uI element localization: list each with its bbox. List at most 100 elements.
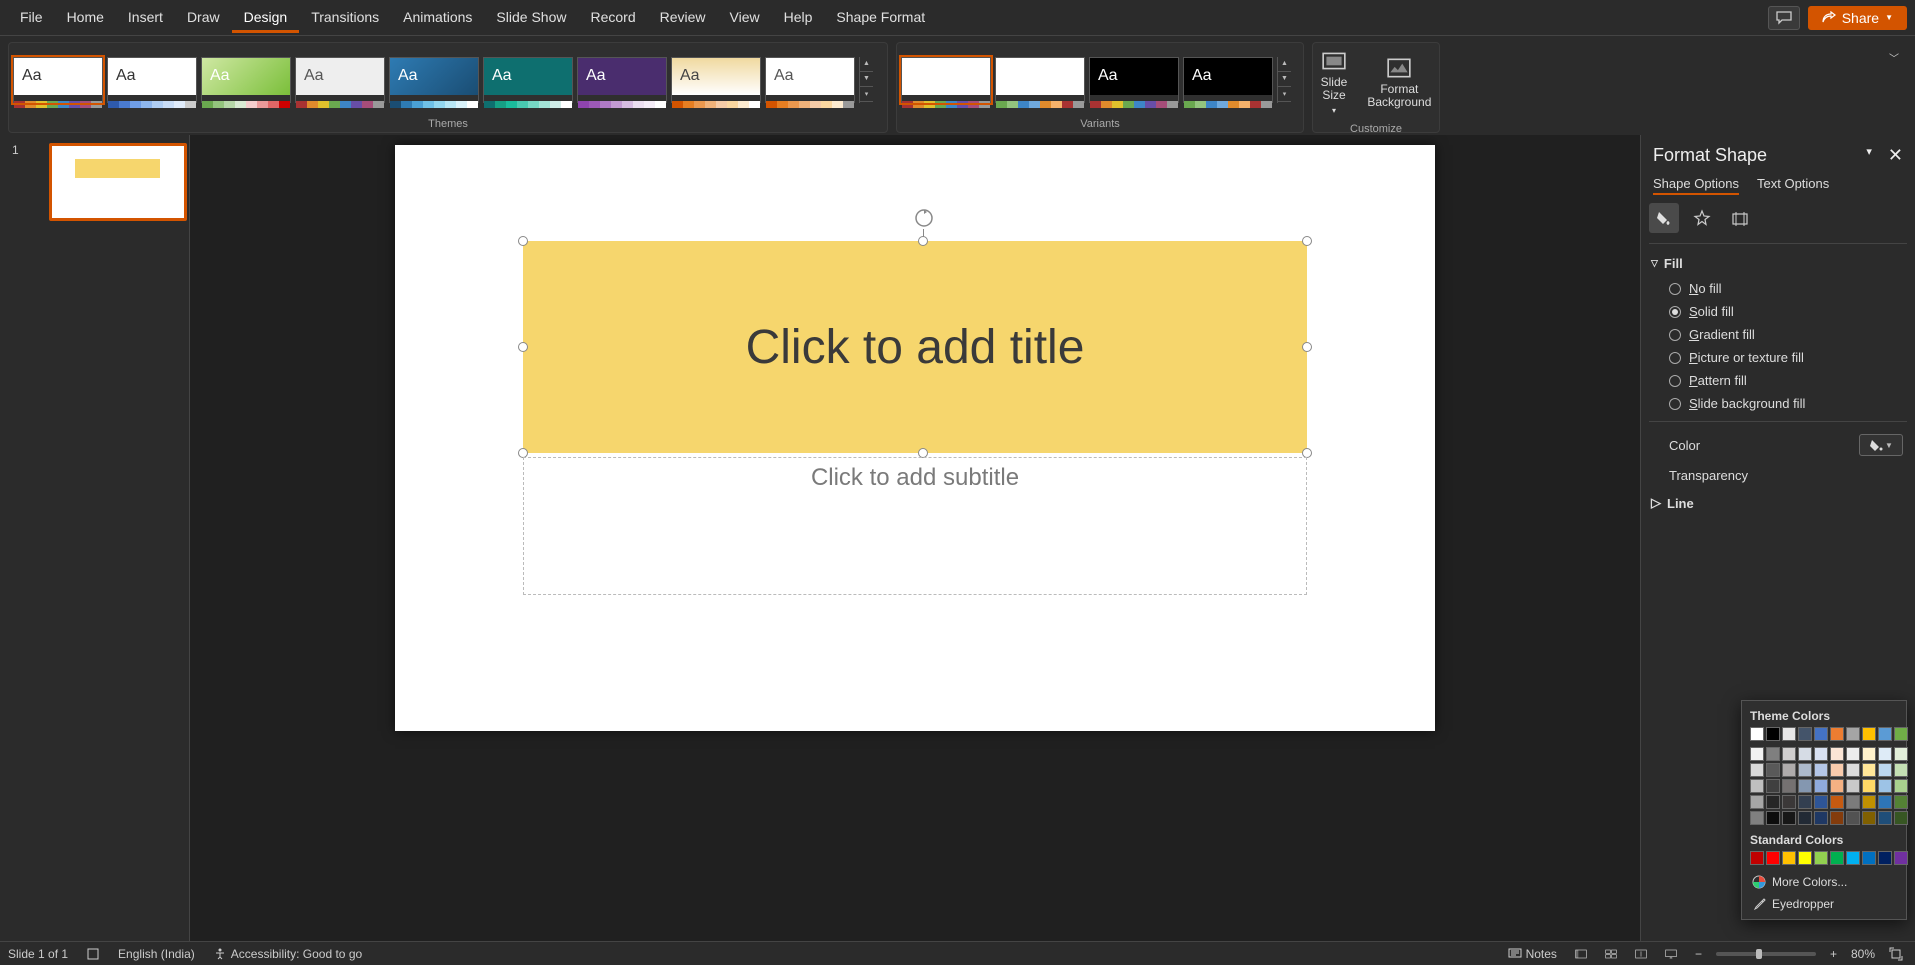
color-swatch[interactable] — [1782, 747, 1796, 761]
menu-tab-home[interactable]: Home — [55, 3, 116, 33]
color-swatch[interactable] — [1894, 763, 1908, 777]
slide-sorter-view-button[interactable] — [1601, 946, 1621, 962]
color-swatch[interactable] — [1830, 727, 1844, 741]
theme-thumb-6[interactable]: Aa — [577, 57, 667, 103]
color-swatch[interactable] — [1798, 747, 1812, 761]
menu-tab-animations[interactable]: Animations — [391, 3, 484, 33]
zoom-slider[interactable] — [1716, 952, 1816, 956]
rotate-handle[interactable] — [913, 207, 935, 229]
text-options-tab[interactable]: Text Options — [1757, 176, 1829, 195]
more-colors-button[interactable]: More Colors... — [1750, 871, 1898, 893]
color-swatch[interactable] — [1798, 795, 1812, 809]
color-swatch[interactable] — [1750, 727, 1764, 741]
color-swatch[interactable] — [1830, 747, 1844, 761]
slide-counter[interactable]: Slide 1 of 1 — [8, 947, 68, 961]
fill-line-tab-icon[interactable] — [1649, 203, 1679, 233]
color-swatch[interactable] — [1750, 851, 1764, 865]
slide-canvas[interactable]: Click to add title Click to add subtitle — [395, 145, 1435, 731]
color-swatch[interactable] — [1894, 795, 1908, 809]
accessibility-button[interactable]: Accessibility: Good to go — [209, 945, 366, 963]
color-swatch[interactable] — [1750, 795, 1764, 809]
selection-handle[interactable] — [518, 236, 528, 246]
color-swatch[interactable] — [1798, 763, 1812, 777]
menu-tab-file[interactable]: File — [8, 3, 55, 33]
slide-size-button[interactable]: Slide Size ▾ — [1315, 47, 1354, 117]
normal-view-button[interactable] — [1571, 946, 1591, 962]
color-swatch[interactable] — [1750, 779, 1764, 793]
theme-thumb-2[interactable]: Aa — [201, 57, 291, 103]
fill-option-solid-fill[interactable]: Solid fill — [1641, 300, 1915, 323]
menu-tab-transitions[interactable]: Transitions — [299, 3, 391, 33]
color-swatch[interactable] — [1862, 795, 1876, 809]
color-swatch[interactable] — [1766, 811, 1780, 825]
color-swatch[interactable] — [1814, 811, 1828, 825]
fill-color-button[interactable]: ▼ — [1859, 434, 1903, 456]
slide-editor[interactable]: Click to add title Click to add subtitle — [190, 135, 1640, 941]
color-swatch[interactable] — [1766, 779, 1780, 793]
color-swatch[interactable] — [1846, 779, 1860, 793]
color-swatch[interactable] — [1766, 795, 1780, 809]
theme-thumb-3[interactable]: Aa — [295, 57, 385, 103]
variant-thumb-0[interactable]: Aa — [901, 57, 991, 103]
theme-thumb-7[interactable]: Aa — [671, 57, 761, 103]
menu-tab-review[interactable]: Review — [648, 3, 718, 33]
menu-tab-shape-format[interactable]: Shape Format — [824, 3, 937, 33]
color-swatch[interactable] — [1846, 811, 1860, 825]
shape-options-tab[interactable]: Shape Options — [1653, 176, 1739, 195]
color-swatch[interactable] — [1846, 747, 1860, 761]
theme-thumb-1[interactable]: Aa — [107, 57, 197, 103]
reading-view-button[interactable] — [1631, 946, 1651, 962]
pane-options-button[interactable]: ▾ — [1866, 145, 1872, 166]
color-swatch[interactable] — [1814, 763, 1828, 777]
effects-tab-icon[interactable] — [1687, 203, 1717, 233]
color-swatch[interactable] — [1894, 811, 1908, 825]
fill-option-no-fill[interactable]: No fill — [1641, 277, 1915, 300]
color-swatch[interactable] — [1766, 851, 1780, 865]
color-swatch[interactable] — [1782, 779, 1796, 793]
variant-thumb-2[interactable]: Aa — [1089, 57, 1179, 103]
color-swatch[interactable] — [1862, 763, 1876, 777]
color-swatch[interactable] — [1894, 851, 1908, 865]
color-swatch[interactable] — [1750, 763, 1764, 777]
menu-tab-slide-show[interactable]: Slide Show — [484, 3, 578, 33]
color-swatch[interactable] — [1782, 727, 1796, 741]
color-swatch[interactable] — [1766, 747, 1780, 761]
color-swatch[interactable] — [1814, 851, 1828, 865]
selection-handle[interactable] — [1302, 342, 1312, 352]
color-swatch[interactable] — [1862, 811, 1876, 825]
color-swatch[interactable] — [1814, 747, 1828, 761]
language-button[interactable]: English (India) — [118, 947, 195, 961]
collapse-ribbon-button[interactable]: ﹀ — [1889, 50, 1899, 65]
close-pane-button[interactable]: ✕ — [1888, 145, 1903, 166]
eyedropper-button[interactable]: Eyedropper — [1750, 893, 1898, 915]
subtitle-placeholder[interactable]: Click to add subtitle — [523, 457, 1307, 595]
color-swatch[interactable] — [1814, 779, 1828, 793]
variant-thumb-1[interactable]: Aa — [995, 57, 1085, 103]
variant-thumb-3[interactable]: Aa — [1183, 57, 1273, 103]
fit-to-window-button[interactable] — [1885, 945, 1907, 963]
fill-option-gradient-fill[interactable]: Gradient fill — [1641, 323, 1915, 346]
color-swatch[interactable] — [1798, 811, 1812, 825]
theme-thumb-0[interactable]: Aa — [13, 57, 103, 103]
color-swatch[interactable] — [1846, 763, 1860, 777]
color-swatch[interactable] — [1894, 727, 1908, 741]
menu-tab-help[interactable]: Help — [772, 3, 825, 33]
menu-tab-record[interactable]: Record — [578, 3, 647, 33]
line-section-header[interactable]: ▷ Line — [1641, 489, 1915, 517]
fill-option-picture-or-texture-fill[interactable]: Picture or texture fill — [1641, 346, 1915, 369]
variants-scroll[interactable]: ▲▼▾ — [1277, 57, 1291, 103]
color-swatch[interactable] — [1766, 727, 1780, 741]
color-swatch[interactable] — [1878, 811, 1892, 825]
color-swatch[interactable] — [1862, 747, 1876, 761]
slide-thumbnails-pane[interactable]: 1 — [0, 135, 190, 941]
color-swatch[interactable] — [1766, 763, 1780, 777]
share-button[interactable]: Share ▼ — [1808, 6, 1907, 30]
color-swatch[interactable] — [1878, 851, 1892, 865]
menu-tab-draw[interactable]: Draw — [175, 3, 232, 33]
color-swatch[interactable] — [1750, 811, 1764, 825]
color-swatch[interactable] — [1782, 763, 1796, 777]
color-swatch[interactable] — [1814, 727, 1828, 741]
fill-option-slide-background-fill[interactable]: Slide background fill — [1641, 392, 1915, 415]
title-placeholder[interactable]: Click to add title — [523, 241, 1307, 453]
color-swatch[interactable] — [1830, 851, 1844, 865]
